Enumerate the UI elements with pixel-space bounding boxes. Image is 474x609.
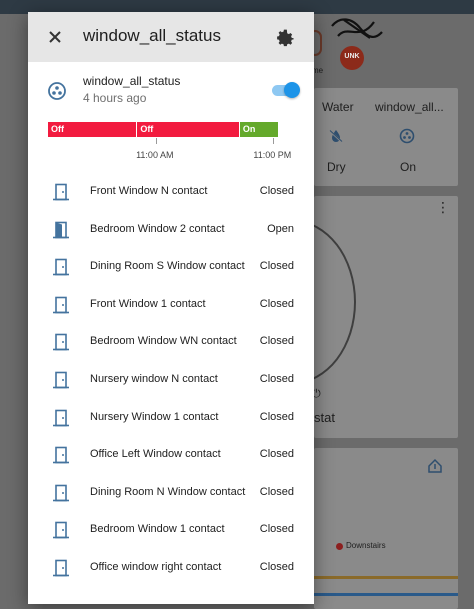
contact-row[interactable]: Office Left Window contact Closed [28,436,314,473]
contact-state: Closed [259,373,294,385]
contact-name: Office window right contact [90,561,222,573]
legend-downstairs: Downstairs [346,541,386,550]
graph-line-blue [314,593,458,596]
door-closed-icon [53,371,69,389]
thermostat-name: stat [314,410,335,425]
contact-state: Closed [259,335,294,348]
contact-name: Front Window 1 contact [90,297,206,310]
water-label: Water [322,100,354,114]
gear-icon[interactable] [274,26,296,48]
contact-row[interactable]: Nursery window N contact Closed [28,361,314,398]
contact-name: Front Window N contact [90,185,208,197]
door-closed-icon [53,258,69,276]
contact-name: Nursery window N contact [90,373,218,385]
door-closed-icon [53,296,69,314]
contact-row[interactable]: Office window right contact Closed [28,549,314,586]
window-label: window_all... [375,100,444,114]
water-drop-off-icon[interactable] [328,128,344,144]
contact-row[interactable]: Bedroom Window 2 contact Open [28,211,314,248]
contact-state: Closed [259,260,294,273]
water-state: Dry [327,160,346,174]
door-open-icon [53,221,69,238]
graph-line-orange [314,576,458,579]
window-group-icon [48,82,66,100]
timeline-tick-label: 11:00 PM [253,150,292,160]
door-closed-icon [53,559,69,577]
contact-name: Office Left Window contact [90,448,221,461]
contact-state: Closed [259,561,294,573]
more-info-dialog: window_all_status window_all_status 4 ho… [28,12,314,604]
contact-state: Closed [259,185,294,197]
timeline-tick [273,138,275,144]
contact-state: Open [267,222,294,235]
contact-row[interactable]: Bedroom Window 1 contact Closed [28,511,314,548]
contact-row[interactable]: Bedroom Window WN contact Closed [28,323,314,360]
contact-state: Closed [259,448,294,461]
history-timeline[interactable]: Off Off On [48,122,278,137]
toggle-knob [284,82,300,98]
last-changed: 4 hours ago [83,91,147,105]
contact-state: Closed [259,523,294,536]
close-icon[interactable] [44,26,66,48]
timeline-tick [156,138,158,144]
contact-row[interactable]: Dining Room N Window contact Closed [28,474,314,511]
door-closed-icon [53,484,69,502]
scribble-mark [331,18,383,39]
more-options-icon[interactable]: ⋮ [436,200,450,214]
contact-row[interactable]: Dining Room S Window contact Closed [28,248,314,285]
window-group-icon[interactable] [399,128,415,144]
contact-state: Closed [259,410,294,423]
timeline-segment-off[interactable]: Off [48,122,137,137]
timeline-segment-off[interactable]: Off [136,122,239,137]
entity-name: window_all_status [83,74,181,88]
dialog-title: window_all_status [83,26,221,45]
contact-row[interactable]: Front Window 1 contact Closed [28,286,314,323]
contact-row[interactable]: Nursery Window 1 contact Closed [28,399,314,436]
contact-name: Dining Room N Window contact [90,485,246,498]
timeline-tick-label: 11:00 AM [136,150,174,160]
contact-name: Bedroom Window 2 contact [90,222,225,235]
door-closed-icon [53,334,69,351]
door-closed-icon [53,183,69,201]
contact-name: Bedroom Window 1 contact [90,523,225,536]
window-state: On [400,160,417,174]
contact-state: Closed [259,297,294,310]
home-thermometer-icon[interactable] [427,458,443,474]
door-closed-icon [53,409,69,426]
contact-name: Nursery Window 1 contact [90,410,219,423]
door-closed-icon [53,446,69,464]
contact-name: Dining Room S Window contact [90,260,245,273]
contact-name: Bedroom Window WN contact [90,335,237,348]
contact-row[interactable]: Front Window N contact Closed [28,173,314,210]
timeline-segment-on[interactable]: On [238,122,278,137]
badge-text: UNK [344,53,360,60]
legend-dot [336,543,343,550]
entity-toggle[interactable] [270,82,300,98]
unknown-badge[interactable]: UNK [340,46,364,70]
dialog-header: window_all_status [28,12,314,62]
door-closed-icon [53,522,69,539]
contact-state: Closed [259,485,294,498]
